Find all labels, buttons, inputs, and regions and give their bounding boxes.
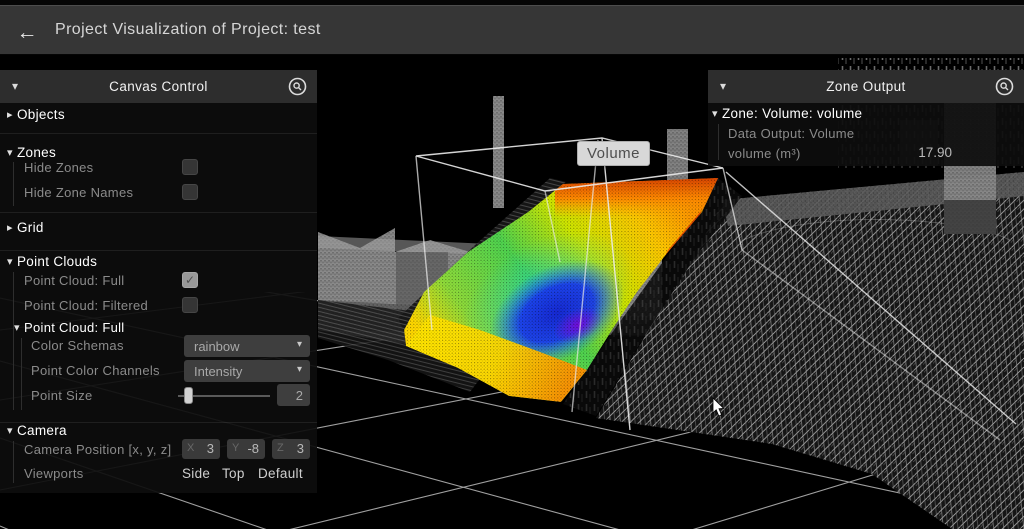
viewport-default-button[interactable]: Default [258, 466, 303, 481]
tree-guide [13, 441, 14, 483]
top-bar-surface: ← Project Visualization of Project: test [0, 5, 1024, 54]
page-title: Project Visualization of Project: test [55, 6, 321, 54]
volume-value: 17.90 [918, 145, 952, 160]
objects-caret-icon[interactable]: ▸ [7, 108, 13, 121]
section-objects[interactable]: Objects [17, 107, 65, 122]
point-cloud-full-settings-caret-icon[interactable]: ▾ [14, 321, 20, 334]
zones-caret-icon[interactable]: ▾ [7, 146, 13, 159]
section-grid[interactable]: Grid [17, 220, 44, 235]
search-circle-icon[interactable] [288, 77, 307, 96]
camera-y-input[interactable]: Y -8 [227, 439, 265, 459]
chevron-down-icon: ▾ [297, 339, 302, 350]
hide-zones-checkbox[interactable]: ✓ [182, 159, 198, 175]
data-output-label: Data Output: Volume [728, 126, 854, 141]
point-size-label: Point Size [31, 388, 93, 403]
color-schemas-label: Color Schemas [31, 338, 124, 353]
canvas-control-title: Canvas Control [0, 70, 317, 103]
zone-output-title: Zone Output [708, 70, 1024, 103]
zone-header-label[interactable]: Zone: Volume: volume [722, 106, 862, 121]
back-arrow-icon: ← [17, 21, 38, 44]
zone-output-header[interactable]: ▾ Zone Output [708, 70, 1024, 103]
point-cloud-full-label: Point Cloud: Full [24, 273, 124, 288]
y-axis-label: Y [232, 442, 239, 454]
check-icon: ✓ [183, 273, 197, 287]
point-cloud-filtered-label: Point Cloud: Filtered [24, 298, 148, 313]
z-axis-value: 3 [297, 441, 304, 456]
section-camera[interactable]: Camera [17, 423, 67, 438]
point-cloud-full-checkbox[interactable]: ✓ [182, 272, 198, 288]
hide-zone-names-label: Hide Zone Names [24, 185, 133, 200]
x-axis-value: 3 [207, 441, 214, 456]
x-axis-label: X [187, 442, 194, 454]
section-divider [0, 133, 317, 134]
point-color-channels-dropdown[interactable]: Intensity ▾ [184, 360, 310, 382]
search-circle-icon[interactable] [995, 77, 1014, 96]
section-divider [0, 250, 317, 251]
top-bar: ← Project Visualization of Project: test [0, 0, 1024, 55]
back-button[interactable]: ← [12, 20, 42, 48]
point-clouds-caret-icon[interactable]: ▾ [7, 255, 13, 268]
zone-volume-tag[interactable]: Volume [577, 141, 650, 166]
viewports-label: Viewports [24, 466, 84, 481]
point-color-channels-label: Point Color Channels [31, 363, 160, 378]
color-schemas-value: rainbow [194, 335, 240, 357]
section-zones[interactable]: Zones [17, 145, 56, 160]
z-axis-label: Z [277, 442, 284, 454]
zone-output-panel: ▾ Zone Output ▾ Zone: Volume: volume Dat… [708, 70, 1024, 166]
zone-caret-icon[interactable]: ▾ [712, 107, 718, 120]
viewport-side-button[interactable]: Side [182, 466, 210, 481]
color-schemas-dropdown[interactable]: rainbow ▾ [184, 335, 310, 357]
app-window: Volume ← Project Visualization of Projec… [0, 0, 1024, 529]
grid-caret-icon[interactable]: ▸ [7, 221, 13, 234]
tree-guide [13, 272, 14, 410]
viewport-top-button[interactable]: Top [222, 466, 245, 481]
canvas-control-panel: ▾ Canvas Control ▸ Objects ▾ Zones Hide … [0, 70, 317, 493]
point-size-value[interactable]: 2 [277, 384, 310, 406]
canvas-control-header[interactable]: ▾ Canvas Control [0, 70, 317, 103]
camera-position-label: Camera Position [x, y, z] [24, 442, 171, 457]
point-cloud-filtered-checkbox[interactable]: ✓ [182, 297, 198, 313]
camera-x-input[interactable]: X 3 [182, 439, 220, 459]
tree-guide [13, 162, 14, 206]
point-size-slider-handle[interactable] [184, 387, 193, 404]
chevron-down-icon: ▾ [297, 364, 302, 375]
subsection-point-cloud-full[interactable]: Point Cloud: Full [24, 320, 124, 335]
section-point-clouds[interactable]: Point Clouds [17, 254, 97, 269]
y-axis-value: -8 [247, 441, 259, 456]
tree-guide [718, 124, 719, 160]
volume-unit-label: volume (m³) [728, 146, 801, 161]
camera-caret-icon[interactable]: ▾ [7, 424, 13, 437]
hide-zones-label: Hide Zones [24, 160, 93, 175]
point-color-channels-value: Intensity [194, 360, 242, 382]
section-divider [0, 212, 317, 213]
hide-zone-names-checkbox[interactable]: ✓ [182, 184, 198, 200]
tree-guide [21, 338, 22, 410]
camera-z-input[interactable]: Z 3 [272, 439, 310, 459]
